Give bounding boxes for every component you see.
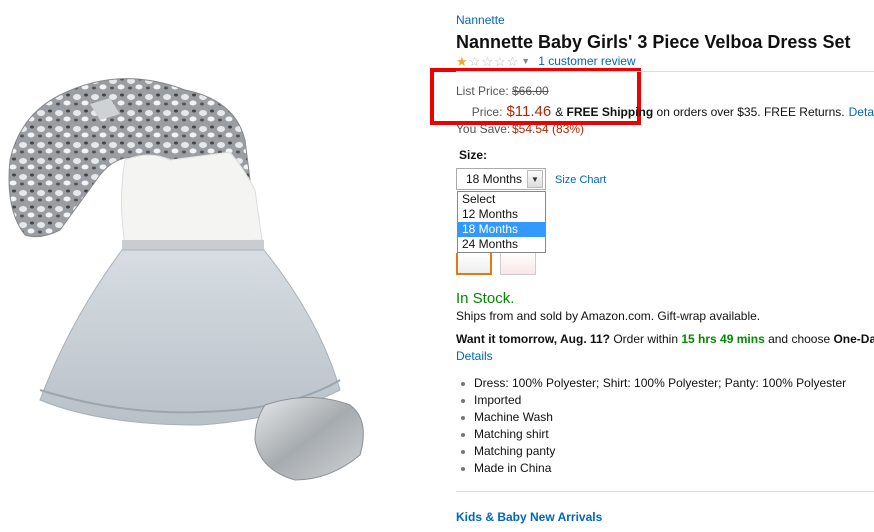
star-empty-icon: ☆ — [506, 53, 519, 69]
feature-item: Made in China — [460, 460, 846, 477]
you-save-value: $54.54 (83%) — [512, 122, 585, 136]
feature-text: Dress: 100% Polyester; Shirt: 100% Polye… — [474, 376, 847, 390]
star-full-icon: ★ — [456, 53, 468, 69]
price-row: Price: $11.46 & FREE Shipping on orders … — [456, 103, 874, 122]
bullet-icon — [461, 381, 465, 386]
size-option[interactable]: 12 Months — [458, 207, 545, 222]
feature-text: Matching panty — [474, 444, 556, 458]
choose-text: and choose — [764, 332, 834, 346]
product-title: Nannette Baby Girls' 3 Piece Velboa Dres… — [456, 32, 851, 52]
shipping-suffix: on orders over $35. FREE Returns. — [653, 105, 845, 119]
list-price-value: $66.00 — [512, 84, 549, 98]
product-photo — [8, 78, 364, 481]
star-empty-icon: ☆ — [468, 53, 481, 69]
feature-bullets: Dress: 100% Polyester; Shirt: 100% Polye… — [460, 375, 846, 477]
brand-link[interactable]: Nannette — [456, 13, 505, 27]
order-within-text: Order within — [610, 332, 682, 346]
kids-baby-new-arrivals-link[interactable]: Kids & Baby New Arrivals — [456, 510, 602, 524]
color-swatches — [456, 253, 536, 275]
size-select-value: 18 Months — [466, 172, 523, 186]
bullet-icon — [461, 398, 465, 403]
bullet-icon — [461, 415, 465, 420]
price-label: Price: — [471, 105, 503, 119]
size-dropdown-list: Select 12 Months 18 Months 24 Months — [457, 191, 546, 253]
feature-text: Imported — [474, 393, 522, 407]
delivery-prefix: Want it tomorrow, Aug. 11? — [456, 332, 610, 346]
list-price-row: List Price: $66.00 — [456, 84, 874, 103]
shipping-option: One-Da — [833, 332, 874, 346]
shipping-prefix: & — [555, 105, 567, 119]
star-empty-icon: ☆ — [493, 53, 506, 69]
divider — [456, 491, 874, 492]
ships-from-text: Ships from and sold by Amazon.com. Gift-… — [456, 309, 761, 323]
color-swatch-pink[interactable] — [500, 253, 536, 275]
shipping-details-link[interactable]: Deta — [849, 105, 874, 119]
size-chart-link[interactable]: Size Chart — [555, 174, 606, 186]
you-save-label: You Save: — [456, 122, 511, 136]
size-select[interactable]: 18 Months ▼ — [456, 168, 546, 190]
bullet-icon — [461, 432, 465, 437]
size-option[interactable]: 24 Months — [458, 237, 545, 252]
feature-item: Dress: 100% Polyester; Shirt: 100% Polye… — [460, 375, 846, 392]
customer-review-link[interactable]: 1 customer review — [538, 54, 635, 68]
you-save-row: You Save: $54.54 (83%) — [456, 122, 874, 141]
price-value: $11.46 — [506, 103, 552, 120]
color-swatch-silver[interactable] — [456, 253, 492, 275]
size-label: Size: — [459, 148, 488, 162]
delivery-estimate: Want it tomorrow, Aug. 11? Order within … — [456, 332, 874, 346]
rating-row: ★ ☆ ☆ ☆ ☆ ▼ 1 customer review — [456, 53, 636, 69]
shipping-info: & FREE Shipping on orders over $35. FREE… — [555, 105, 844, 119]
feature-text: Made in China — [474, 461, 552, 475]
countdown-timer: 15 hrs 49 mins — [681, 332, 765, 346]
bullet-icon — [461, 466, 465, 471]
chevron-down-icon[interactable]: ▼ — [527, 170, 543, 188]
delivery-details-link[interactable]: Details — [456, 349, 493, 363]
size-option-highlighted[interactable]: 18 Months — [458, 222, 545, 237]
feature-item: Matching panty — [460, 443, 846, 460]
feature-text: Machine Wash — [474, 410, 553, 424]
star-rating[interactable]: ★ ☆ ☆ ☆ ☆ ▼ — [456, 55, 530, 68]
list-price-label: List Price: — [456, 84, 509, 98]
feature-item: Imported — [460, 392, 846, 409]
product-image[interactable] — [0, 60, 440, 520]
feature-item: Machine Wash — [460, 409, 846, 426]
bullet-icon — [461, 449, 465, 454]
chevron-down-icon[interactable]: ▼ — [521, 55, 530, 68]
free-shipping-text: FREE Shipping — [566, 105, 654, 119]
feature-item: Matching shirt — [460, 426, 846, 443]
stock-status: In Stock. — [456, 290, 515, 307]
divider — [456, 71, 874, 72]
star-empty-icon: ☆ — [481, 53, 493, 69]
size-option[interactable]: Select — [458, 192, 545, 207]
price-block: List Price: $66.00 Price: $11.46 & FREE … — [456, 84, 874, 141]
feature-text: Matching shirt — [474, 427, 549, 441]
product-details-panel: Nannette Nannette Baby Girls' 3 Piece Ve… — [456, 0, 874, 532]
